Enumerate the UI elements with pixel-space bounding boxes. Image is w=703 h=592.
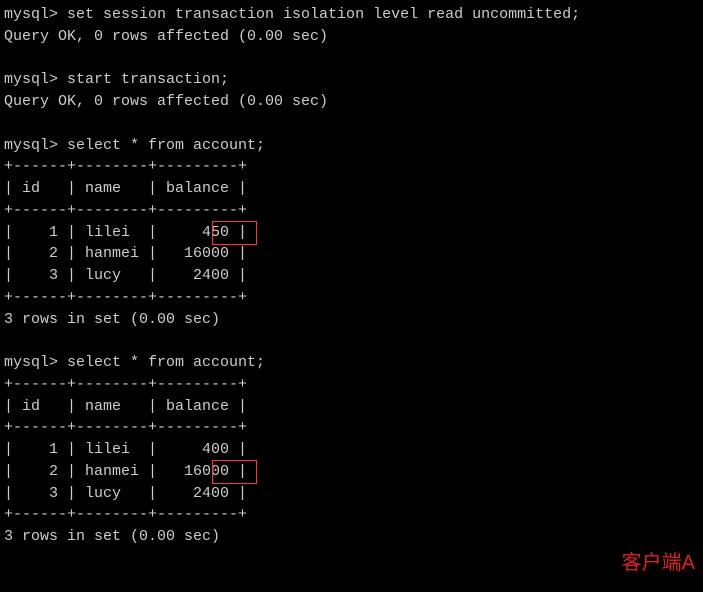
table-row: | 2 | hanmei | 16000 | — [4, 243, 699, 265]
blank-line — [4, 330, 699, 352]
blank-line — [4, 113, 699, 135]
table-row: | 3 | lucy | 2400 | — [4, 265, 699, 287]
client-label: 客户端A — [622, 549, 695, 578]
prompt-line: mysql> select * from account; — [4, 352, 699, 374]
prompt-line: mysql> set session transaction isolation… — [4, 4, 699, 26]
sql-command: select * from account; — [67, 354, 265, 371]
blank-line — [4, 48, 699, 70]
sql-command: select * from account; — [67, 137, 265, 154]
prompt-line: mysql> select * from account; — [4, 135, 699, 157]
table-border: +------+--------+---------+ — [4, 287, 699, 309]
table-header: | id | name | balance | — [4, 178, 699, 200]
table-header: | id | name | balance | — [4, 396, 699, 418]
table-border: +------+--------+---------+ — [4, 200, 699, 222]
table-border: +------+--------+---------+ — [4, 417, 699, 439]
table-footer: 3 rows in set (0.00 sec) — [4, 309, 699, 331]
terminal-output: mysql> set session transaction isolation… — [4, 4, 699, 548]
table-border: +------+--------+---------+ — [4, 156, 699, 178]
response-line: Query OK, 0 rows affected (0.00 sec) — [4, 91, 699, 113]
table-row: | 3 | lucy | 2400 | — [4, 483, 699, 505]
table-row: | 1 | lilei | 450 | — [4, 222, 699, 244]
mysql-prompt: mysql> — [4, 354, 67, 371]
table-border: +------+--------+---------+ — [4, 374, 699, 396]
mysql-prompt: mysql> — [4, 137, 67, 154]
sql-command: start transaction; — [67, 71, 229, 88]
mysql-prompt: mysql> — [4, 71, 67, 88]
mysql-prompt: mysql> — [4, 6, 67, 23]
table-row: | 1 | lilei | 400 | — [4, 439, 699, 461]
sql-command: set session transaction isolation level … — [67, 6, 580, 23]
table-footer: 3 rows in set (0.00 sec) — [4, 526, 699, 548]
table-row: | 2 | hanmei | 16000 | — [4, 461, 699, 483]
table-border: +------+--------+---------+ — [4, 504, 699, 526]
prompt-line: mysql> start transaction; — [4, 69, 699, 91]
response-line: Query OK, 0 rows affected (0.00 sec) — [4, 26, 699, 48]
